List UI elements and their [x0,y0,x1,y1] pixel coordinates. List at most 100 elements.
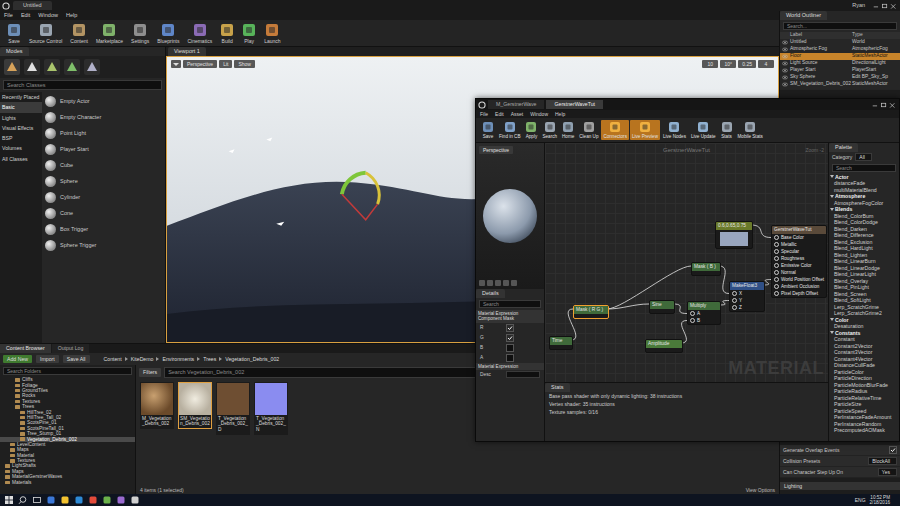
material-toolbar-button[interactable]: Live Preview [630,120,660,141]
category-item[interactable]: Visual Effects [0,123,42,133]
graph-node[interactable]: 0.6,0.65,0.75 [715,221,753,249]
details-section[interactable]: Lighting [780,482,900,490]
palette-item[interactable]: PerInstanceRandom [829,421,899,428]
checkbox[interactable] [506,334,514,342]
input-pin[interactable]: Normal [772,269,826,276]
outliner-row[interactable]: Light SourceDirectionalLight [780,60,900,67]
palette-item[interactable]: Blend_ColorDodge [829,219,899,226]
folder-item[interactable]: ScotsPine_01 [0,420,135,425]
view-type-button[interactable]: Perspective [183,60,217,68]
material-graph[interactable]: GerstnerWaveTutZoom -2MATERIALGerstnerWa… [545,143,828,382]
palette-item[interactable]: multiMaterialBlend [829,187,899,194]
palette-tab[interactable]: Palette [829,143,858,152]
category-item[interactable]: Basic [0,102,42,112]
input-pin[interactable]: Y [730,297,764,304]
material-toolbar-button[interactable]: Clean Up [577,120,600,141]
toolbar-button[interactable]: Build [217,22,237,45]
palette-item[interactable]: Blend_Darken [829,226,899,233]
asset-tile[interactable]: T_Vegetation_Debris_002_N [254,382,288,435]
content-button[interactable]: Add New [3,355,32,363]
folder-item[interactable]: Trees [0,404,135,409]
app-icon[interactable] [116,495,126,505]
category-item[interactable]: All Classes [0,154,42,164]
palette-item[interactable]: Blend_Lighten [829,252,899,259]
checkbox[interactable] [506,354,514,362]
checkbox[interactable] [889,446,897,454]
menu-item[interactable]: Edit [495,111,504,117]
palette-item[interactable]: ParticleColor [829,369,899,376]
visibility-eye-icon[interactable] [782,54,788,59]
palette-item[interactable]: Blend_LinearBurn [829,258,899,265]
material-toolbar-button[interactable]: Connectors [601,120,629,141]
placeable-item[interactable]: Sphere Trigger [45,238,162,252]
wire[interactable] [751,225,771,238]
breadcrumb[interactable]: Environments [162,356,194,362]
mode-icon[interactable] [64,59,80,75]
placeable-item[interactable]: Cylinder [45,190,162,204]
palette-item[interactable]: Constant3Vector [829,349,899,356]
stats-tab[interactable]: Stats [545,383,570,392]
outliner-row[interactable]: Atmospheric FogAtmosphericFog [780,46,900,53]
level-tab[interactable]: Untitled [13,1,52,10]
toolbar-button[interactable]: Launch [261,22,283,45]
palette-item[interactable]: ParticleMotionBlurFade [829,382,899,389]
palette-item[interactable]: Blend_LinearDodge [829,265,899,272]
preview-shape-icon[interactable] [479,280,485,286]
class-search[interactable]: Search Classes [3,80,162,91]
material-toolbar-button[interactable]: Mobile Stats [736,120,765,141]
clock[interactable]: 10:52 PM2/18/2016 [870,495,896,505]
palette-item[interactable]: Color [829,317,899,324]
material-toolbar-button[interactable]: Save [480,120,496,141]
outliner-row[interactable]: FloorStaticMeshActor [780,53,900,60]
app-icon[interactable] [74,495,84,505]
details-search[interactable]: Search [479,300,541,308]
asset-tab[interactable]: GerstnerWaveTut [546,100,603,108]
material-toolbar-button[interactable]: Find in CB [497,120,522,141]
palette-item[interactable]: Lerp_ScratchGrime [829,304,899,311]
folder-item[interactable]: MaterialGerstnerWaves [0,474,135,479]
mode-icon[interactable] [44,59,60,75]
placeable-item[interactable]: Sphere [45,174,162,188]
visibility-eye-icon[interactable] [782,47,788,52]
input-pin[interactable]: Emissive Color [772,262,826,269]
checkbox[interactable] [506,344,514,352]
folder-item[interactable]: LevelContent [0,442,135,447]
app-icon[interactable] [130,495,140,505]
snap-button[interactable]: 10 [702,60,718,68]
category-item[interactable]: Volumes [0,143,42,153]
dropdown[interactable]: BlockAll [868,457,897,465]
modes-tab[interactable]: Modes [0,47,29,56]
visibility-eye-icon[interactable] [782,40,788,45]
snap-button[interactable]: 4 [758,60,774,68]
palette-item[interactable]: Blend_ColorBurn [829,213,899,220]
wire[interactable] [673,304,687,314]
preview-view-button[interactable]: Perspective [479,146,513,154]
palette-item[interactable]: Blend_Screen [829,291,899,298]
palette-item[interactable]: Blends [829,206,899,213]
input-pin[interactable]: A [688,310,720,317]
task-view-icon[interactable] [32,495,42,505]
placeable-item[interactable]: Box Trigger [45,222,162,236]
palette-item[interactable]: Atmosphere [829,193,899,200]
graph-node[interactable]: Time [549,336,573,350]
placeable-item[interactable]: Empty Character [45,110,162,124]
input-pin[interactable]: Specular [772,248,826,255]
placeable-item[interactable]: Empty Actor [45,94,162,108]
mode-icon[interactable] [24,59,40,75]
folder-item[interactable]: Materials [0,480,135,485]
material-toolbar-button[interactable]: Stats [719,120,735,141]
graph-node[interactable]: Mask ( B ) [691,262,721,276]
breadcrumb[interactable]: Content [104,356,122,362]
folder-item[interactable]: Material [0,453,135,458]
graph-node[interactable]: Sine [649,300,675,314]
visibility-eye-icon[interactable] [782,75,788,80]
outliner-row[interactable]: SM_Vegetation_Debris_002StaticMeshActor [780,81,900,88]
snap-button[interactable]: 10° [720,60,736,68]
palette-item[interactable]: ParticleSpeed [829,408,899,415]
folder-item[interactable]: Maps [0,447,135,452]
palette-item[interactable]: distanceFade [829,180,899,187]
palette-item[interactable]: ParticleRelativeTime [829,395,899,402]
column-header[interactable]: Type [852,32,898,38]
placeable-item[interactable]: Player Start [45,142,162,156]
category-item[interactable]: BSP [0,133,42,143]
